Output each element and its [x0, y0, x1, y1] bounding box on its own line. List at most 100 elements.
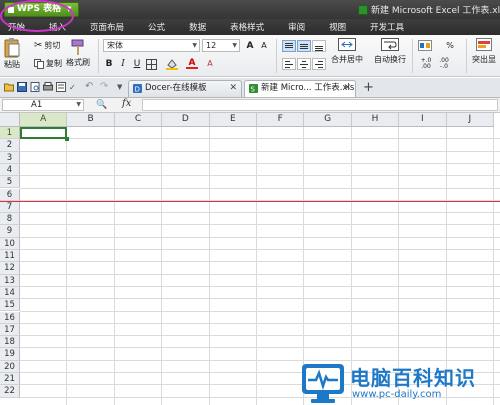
row-header-8[interactable]: 8 [0, 213, 20, 226]
italic-button[interactable]: I [117, 58, 129, 70]
row-gridline [20, 236, 500, 238]
selected-cell-a1[interactable] [20, 127, 70, 142]
row-header-17[interactable]: 17 [0, 323, 20, 337]
percent-icon[interactable]: % [444, 40, 456, 52]
column-header-c[interactable]: C [114, 113, 163, 127]
align-right-button[interactable] [312, 58, 326, 70]
column-header-i[interactable]: I [399, 113, 447, 127]
folder-icon[interactable] [4, 82, 14, 92]
row-header-14[interactable]: 14 [0, 286, 20, 300]
row-header-10[interactable]: 10 [0, 237, 20, 250]
number-format-icon[interactable] [418, 40, 432, 51]
row-header-5[interactable]: 5 [0, 176, 20, 189]
redo-icon[interactable]: ↷ [100, 81, 110, 92]
paste-button[interactable]: 粘贴 [4, 38, 20, 70]
align-top-button[interactable] [282, 40, 296, 52]
column-header-g[interactable]: G [304, 113, 352, 127]
fill-color-icon[interactable] [166, 59, 178, 70]
row-header-1[interactable]: 1 [0, 127, 20, 140]
row-gridline [20, 187, 500, 189]
insert-function-button[interactable]: fx [122, 98, 131, 109]
shrink-font-icon[interactable]: A [258, 40, 270, 52]
zoom-formula-icon[interactable]: 🔍 [96, 100, 107, 110]
customize-toolbar-icon[interactable]: ▼ [117, 83, 127, 93]
format-painter-button[interactable]: 格式刷 [66, 38, 90, 68]
highlight-duplicates-button[interactable]: 突出显 [472, 38, 496, 65]
clear-format-icon[interactable]: A [204, 58, 216, 70]
row-header-9[interactable]: 9 [0, 225, 20, 238]
align-center-button[interactable] [297, 58, 311, 70]
name-box[interactable]: A1 ▼ [2, 99, 84, 111]
font-name-select[interactable]: 宋体 ▼ [103, 39, 200, 52]
row-gridline [20, 249, 500, 250]
row-header-20[interactable]: 20 [0, 360, 20, 373]
row-header-12[interactable]: 12 [0, 262, 20, 275]
copy-label: 复制 [46, 59, 62, 68]
tab-docer-templates[interactable]: D Docer-在线模板 ✕ [128, 80, 242, 97]
tab-page-layout[interactable]: 页面布局 [90, 21, 124, 33]
row-header-3[interactable]: 3 [0, 151, 20, 164]
decrease-decimal-icon[interactable]: .00 -.0 [438, 58, 450, 70]
spreadsheet-icon: S [249, 84, 258, 93]
tab-review[interactable]: 审阅 [288, 21, 305, 33]
tab-current-workbook[interactable]: S 新建 Micro... 工作表.xls ✕ [244, 80, 356, 97]
column-header-a[interactable]: A [20, 113, 68, 127]
cut-button[interactable]: ✂ 剪切 [34, 40, 60, 51]
font-size-select[interactable]: 12 ▼ [202, 39, 240, 52]
column-header-h[interactable]: H [351, 113, 400, 127]
row-header-22[interactable]: 22 [0, 385, 20, 398]
row-header-16[interactable]: 16 [0, 311, 20, 324]
formula-input[interactable] [142, 99, 498, 111]
select-all-corner[interactable] [0, 113, 20, 127]
column-header-b[interactable]: B [67, 113, 115, 127]
tab-data[interactable]: 数据 [189, 21, 206, 33]
column-header-e[interactable]: E [209, 113, 257, 127]
print-icon[interactable] [43, 82, 53, 92]
spellcheck-icon[interactable]: ✓ [69, 82, 79, 92]
bold-button[interactable]: B [103, 58, 115, 70]
watermark-title: 电脑百科知识 [350, 366, 476, 390]
tab-developer[interactable]: 开发工具 [370, 21, 404, 33]
merge-center-button[interactable]: 合并居中 [331, 38, 363, 65]
close-icon[interactable]: ✕ [343, 81, 351, 96]
row-gridline [20, 347, 500, 349]
column-header-f[interactable]: F [257, 113, 305, 127]
font-color-icon[interactable]: A [186, 57, 198, 69]
underline-button[interactable]: U [131, 58, 143, 70]
row-header-21[interactable]: 21 [0, 373, 20, 386]
row-gridline [20, 298, 500, 300]
column-header-d[interactable]: D [162, 113, 210, 127]
tab-formulas[interactable]: 公式 [148, 21, 165, 33]
align-middle-button[interactable] [297, 40, 311, 52]
chevron-down-icon: ▼ [192, 42, 197, 49]
close-icon[interactable]: ✕ [229, 81, 237, 96]
row-header-13[interactable]: 13 [0, 274, 20, 287]
undo-icon[interactable]: ↶ [85, 81, 95, 92]
copy-button[interactable]: 复制 [34, 58, 62, 69]
new-tab-button[interactable]: + [363, 80, 374, 95]
print-preview-icon[interactable] [30, 82, 40, 92]
align-left-button[interactable] [282, 58, 296, 70]
grow-font-icon[interactable]: A [244, 40, 256, 52]
align-bottom-button[interactable] [312, 40, 326, 52]
ribbon-divider [466, 39, 467, 73]
row-gridline [20, 138, 500, 140]
row-header-7[interactable]: 7 [0, 200, 20, 214]
row-header-15[interactable]: 15 [0, 299, 20, 312]
increase-decimal-icon[interactable]: +.0 .00 [420, 58, 432, 70]
tab-view[interactable]: 视图 [329, 21, 346, 33]
row-header-19[interactable]: 19 [0, 348, 20, 361]
print-preview-2-icon[interactable] [56, 82, 66, 92]
row-header-4[interactable]: 4 [0, 163, 20, 177]
column-header-j[interactable]: J [446, 113, 494, 127]
row-header-6[interactable]: 6 [0, 188, 20, 201]
row-header-18[interactable]: 18 [0, 336, 20, 349]
row-header-11[interactable]: 11 [0, 250, 20, 263]
row-header-2[interactable]: 2 [0, 139, 20, 152]
wrap-text-button[interactable]: 自动换行 [374, 38, 406, 65]
tab-table-styles[interactable]: 表格样式 [230, 21, 264, 33]
save-icon[interactable] [17, 82, 27, 92]
borders-icon[interactable] [146, 59, 157, 70]
row-gridline [20, 335, 500, 337]
row-gridline [20, 224, 500, 226]
